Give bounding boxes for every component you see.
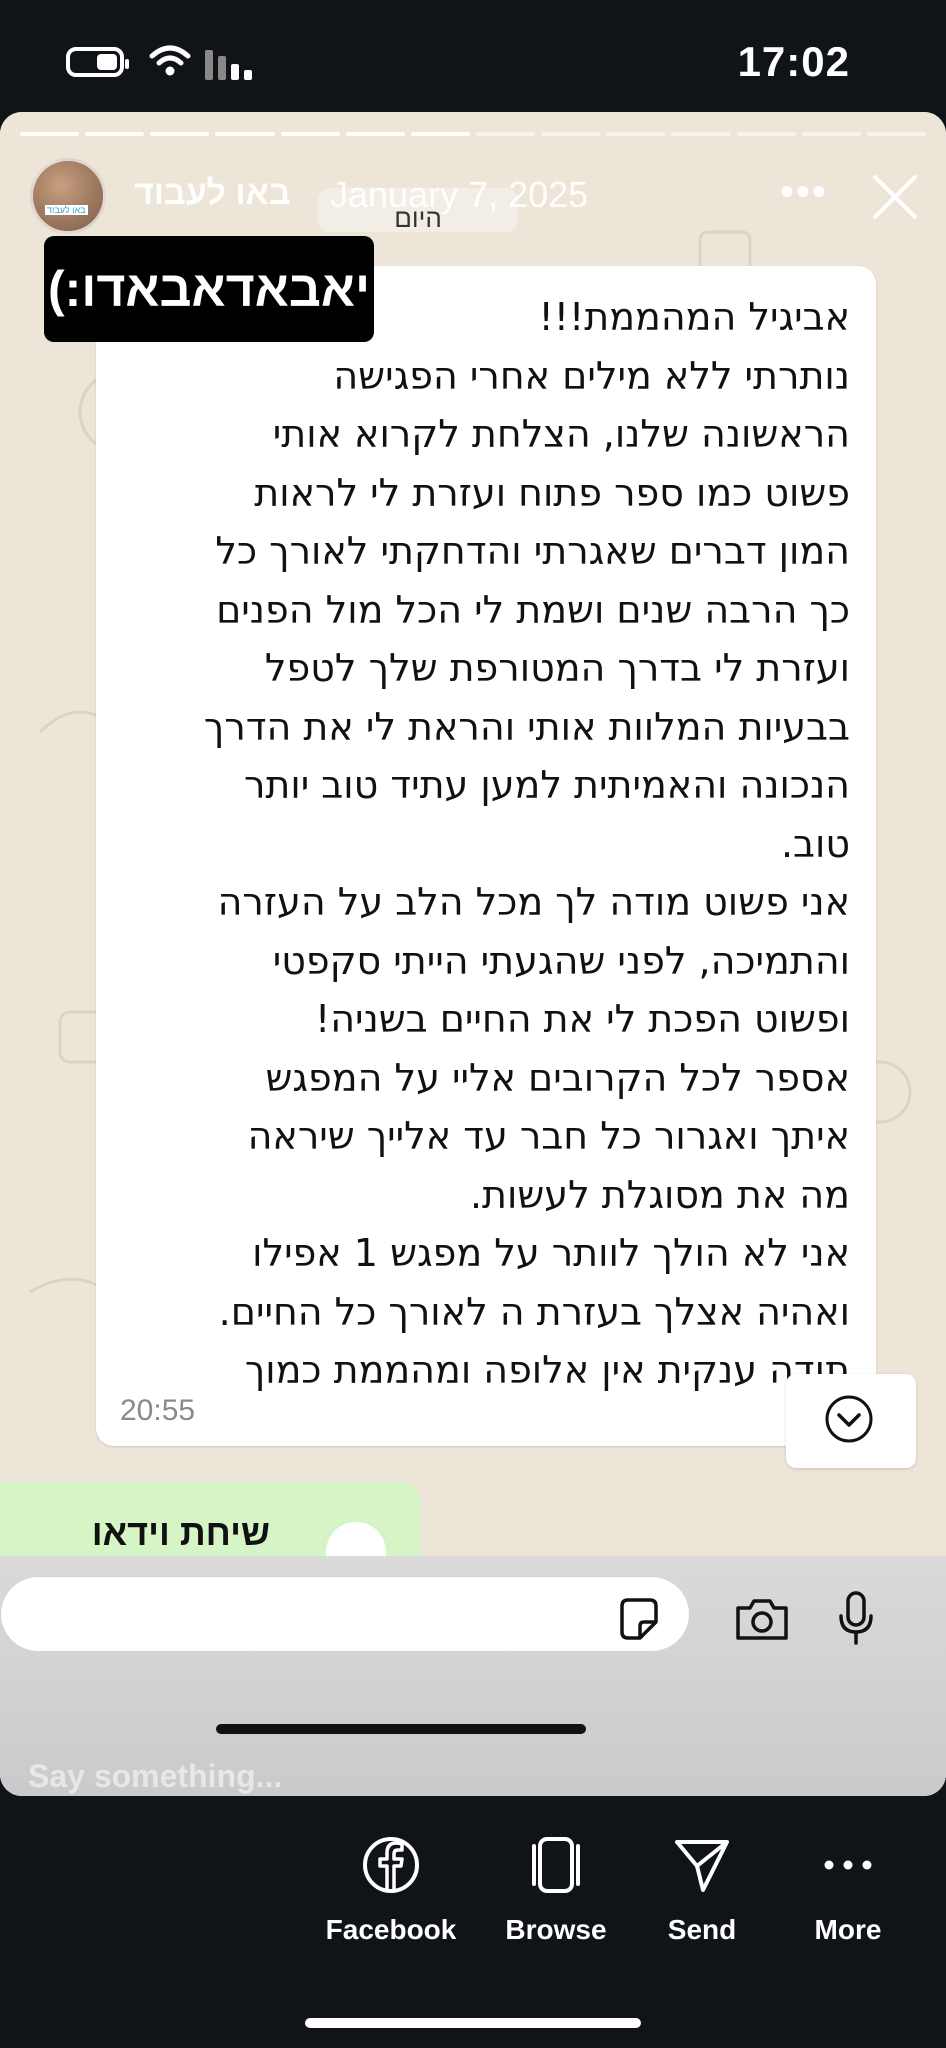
home-indicator xyxy=(305,2018,641,2028)
status-time: 17:02 xyxy=(737,38,850,85)
signal-icon xyxy=(205,50,252,80)
avatar-label: באו לעבוד xyxy=(45,205,88,215)
message-line: הראשונה שלנו, הצלחת לקרוא אותי xyxy=(272,412,850,456)
camera-icon[interactable] xyxy=(734,1596,790,1642)
story-date: January 7, 2025 xyxy=(330,174,589,215)
facebook-label: Facebook xyxy=(325,1914,457,1945)
message-line: המון דברים שאגרתי והדחקתי לאורך כל xyxy=(215,529,850,573)
message-line: תודה ענקית אין אלופה ומהממת כמוך xyxy=(244,1348,850,1392)
status-bar: 17:02 xyxy=(0,0,946,120)
message-line: בבעיות המלוות אותי והראת לי את הדרך xyxy=(203,704,850,749)
send-icon xyxy=(675,1840,729,1892)
message-line: פשוט כמו ספר פתוח ועזרת לי לראות xyxy=(254,470,850,515)
more-label: More xyxy=(814,1914,882,1945)
message-time: 20:55 xyxy=(120,1394,196,1427)
more-button[interactable]: More xyxy=(768,1830,928,1946)
reply-input[interactable]: Say something... xyxy=(28,1758,282,1795)
message-line: מה את מסוגלת לעשות. xyxy=(469,1172,850,1217)
mic-icon[interactable] xyxy=(836,1590,876,1646)
scroll-down-button[interactable] xyxy=(786,1374,916,1468)
inner-home-bar xyxy=(216,1724,586,1734)
message-line: אספר לכל הקרובים אליי על המפגש xyxy=(265,1055,850,1100)
avatar[interactable]: באו לעבוד xyxy=(30,158,106,234)
video-call-label: שיחת וידאו xyxy=(91,1512,270,1553)
wifi-icon xyxy=(149,45,191,76)
story-progress-bar xyxy=(20,132,926,136)
message-line: הנכונה והאמיתית למען עתיד טוב יותר xyxy=(243,763,850,807)
chevron-down-icon xyxy=(825,1395,873,1443)
message-line: ואהיה אצלך בעזרת ה לאורך כל החיים. xyxy=(218,1289,850,1334)
message-line: אני לא הולך לוותר על מפגש 1 אפילו xyxy=(252,1231,850,1275)
browse-label: Browse xyxy=(505,1914,607,1945)
message-text: אביגיל המהממת!!! נותרתי ללא מילים אחרי ה… xyxy=(110,288,850,1400)
message-line: נותרתי ללא מילים אחרי הפגישה xyxy=(333,353,850,398)
message-input[interactable] xyxy=(0,1576,690,1652)
browse-button[interactable]: Browse xyxy=(476,1830,636,1946)
more-icon xyxy=(824,1860,872,1870)
message-line: והתמיכה, לפני שהגעתי הייתי סקפטי xyxy=(272,938,850,983)
text-sticker[interactable]: יאבאדאבאדו:) xyxy=(44,236,374,342)
message-bubble: אביגיל המהממת!!! נותרתי ללא מילים אחרי ה… xyxy=(96,266,876,1446)
story-card[interactable]: באו לעבוד באו לעבוד היום January 7, 2025… xyxy=(0,112,946,1796)
message-line: טוב. xyxy=(780,821,850,866)
message-line: איתך ואגרור כל חבר עד אלייך שיראה xyxy=(247,1114,850,1158)
message-line: ועזרת לי בדרך המטורפת שלך לטפל xyxy=(264,646,850,690)
share-actions: Facebook Browse Send More xyxy=(0,1830,946,1980)
close-icon[interactable] xyxy=(870,172,920,222)
facebook-button[interactable]: Facebook xyxy=(311,1830,471,1946)
message-line: ופשוט הפכת לי את החיים בשניה! xyxy=(314,997,850,1041)
message-line: כך הרבה שנים ושמת לי הכל מול הפנים xyxy=(216,587,850,632)
send-label: Send xyxy=(667,1914,737,1945)
chat-input-area: Say something... xyxy=(0,1556,946,1796)
more-options-icon[interactable]: ••• xyxy=(780,170,828,215)
battery-icon xyxy=(66,47,129,77)
message-line: אני פשוט מודה לך מכל הלב על העזרה xyxy=(217,880,850,924)
browse-icon xyxy=(532,1837,580,1893)
send-button[interactable]: Send xyxy=(622,1830,782,1946)
facebook-icon xyxy=(363,1837,419,1893)
story-username[interactable]: באו לעבוד xyxy=(134,174,291,213)
sticker-icon[interactable] xyxy=(616,1596,662,1642)
